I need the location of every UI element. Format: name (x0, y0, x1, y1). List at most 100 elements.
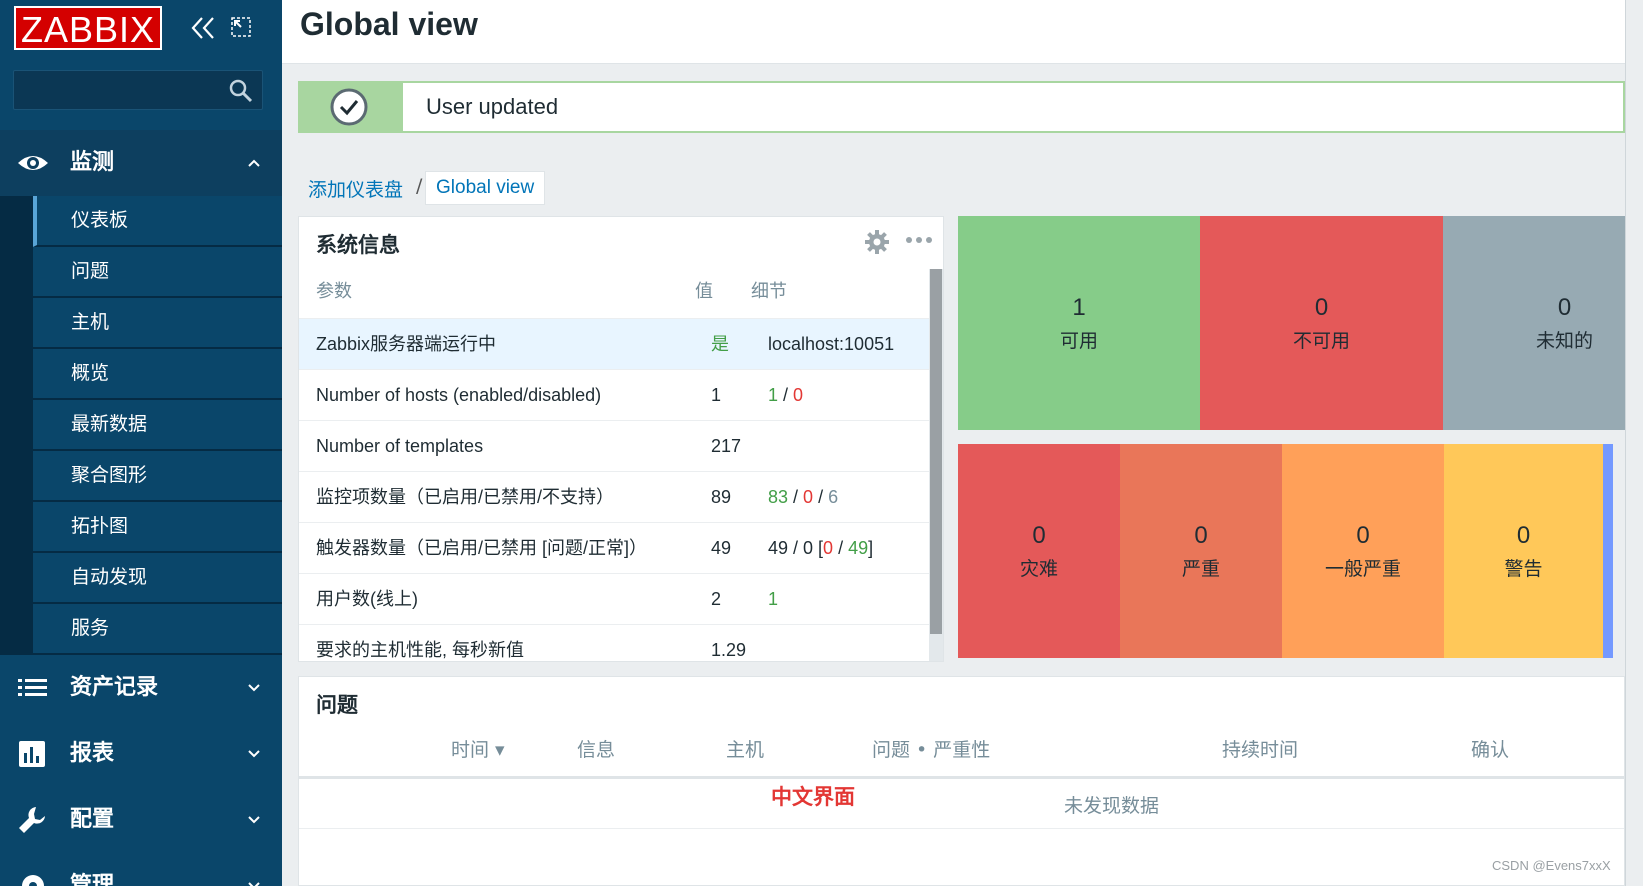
problems-widget: 问题 时间 ▾ 信息 主机 问题 • 严重性 持续时间 确认 中文界面 未发现数… (298, 676, 1625, 886)
menu-section-configuration[interactable]: 配置 (0, 787, 282, 853)
scrollbar[interactable] (929, 269, 943, 661)
problems-by-severity-widget: 0 灾难 0 严重 0 一般严重 0 警告 (958, 444, 1625, 658)
availability-count: 0 (1557, 294, 1572, 321)
row-detail: localhost:10051 (768, 334, 895, 354)
success-message: User updated (298, 81, 1625, 133)
menu-item-hosts[interactable]: 主机 (33, 298, 282, 349)
chevron-down-icon (248, 684, 260, 692)
check-circle-icon (330, 88, 368, 126)
breadcrumb-separator: / (416, 175, 423, 197)
chevron-down-icon (248, 816, 260, 824)
availability-unknown[interactable]: 0 未知的 (1443, 216, 1625, 430)
severity-information-edge[interactable] (1603, 444, 1613, 658)
detail-prefix: 49 / 0 [ (768, 538, 824, 558)
row-value: 217 (711, 436, 742, 456)
menu-item-discovery[interactable]: 自动发现 (33, 553, 282, 604)
menu-item-latest-data[interactable]: 最新数据 (33, 400, 282, 451)
menu-item-dashboard[interactable]: 仪表板 (33, 196, 282, 247)
row-detail: 1 / 0 (768, 370, 803, 420)
search-icon[interactable] (228, 78, 254, 104)
menu-section-label: 资产记录 (70, 675, 159, 700)
availability-available[interactable]: 1 可用 (958, 216, 1200, 430)
no-data-text: 未发现数据 (1064, 795, 1160, 817)
row-param: 用户数(线上) (316, 589, 418, 609)
search-input[interactable] (13, 70, 263, 110)
eye-icon (18, 156, 48, 170)
menu-section-administration[interactable]: 管理 (0, 853, 282, 886)
detail-problem: 0 (823, 538, 834, 558)
severity-count: 0 (1032, 522, 1046, 549)
table-row: Zabbix服务器端运行中 是 localhost:10051 (299, 318, 929, 369)
row-detail: 49 / 0 [0 / 49] (768, 538, 874, 558)
widget-title: 问题 (316, 693, 358, 717)
table-row: 要求的主机性能, 每秒新值 1.29 (299, 624, 929, 661)
column-header-ack: 确认 (1471, 739, 1510, 761)
menu-section-label: 配置 (70, 807, 115, 832)
gear-icon[interactable] (864, 229, 890, 255)
severity-count: 0 (1194, 522, 1208, 549)
breadcrumb-current[interactable]: Global view (425, 171, 546, 205)
menu-section-monitoring[interactable]: 监测 (0, 130, 282, 196)
detail-suffix: ] (868, 538, 874, 558)
wrench-icon (19, 807, 45, 833)
menu-item-maps[interactable]: 拓扑图 (33, 502, 282, 553)
severity-high[interactable]: 0 严重 (1120, 444, 1282, 658)
menu-section-inventory[interactable]: 资产记录 (0, 655, 282, 721)
row-param: Zabbix服务器端运行中 (316, 334, 497, 354)
logo-row: ZABBIX (0, 0, 282, 60)
row-value: 49 (711, 538, 732, 558)
detail-enabled: 1 (768, 385, 779, 405)
row-param: 监控项数量（已启用/已禁用/不支持） (316, 487, 615, 507)
row-param: Number of hosts (enabled/disabled) (316, 385, 602, 405)
row-param: 触发器数量（已启用/已禁用 [问题/正常]） (316, 538, 648, 558)
sysinfo-rows: Zabbix服务器端运行中 是 localhost:10051 Number o… (299, 318, 929, 661)
menu-rest: 资产记录 报表 配置 管理 (0, 655, 282, 886)
kiosk-mode-icon[interactable] (230, 16, 252, 38)
table-row: 用户数(线上) 2 1 (299, 573, 929, 624)
collapse-sidebar-icon[interactable] (190, 14, 216, 42)
row-divider (299, 828, 1624, 829)
column-header-time[interactable]: 时间 ▾ (451, 735, 505, 762)
severity-label: 一般严重 (1324, 558, 1401, 580)
main-menu: 监测 仪表板 问题 主机 概览 最新数据 聚合图形 拓扑图 自动发现 服务 资产… (0, 130, 282, 886)
zabbix-logo[interactable]: ZABBIX (14, 6, 162, 50)
row-value: 是 (711, 334, 729, 354)
row-param: Number of templates (316, 436, 484, 456)
menu-section-reports[interactable]: 报表 (0, 721, 282, 787)
column-header-param: 参数 (316, 281, 352, 302)
severity-count: 0 (1356, 522, 1370, 549)
menu-item-services[interactable]: 服务 (33, 604, 282, 655)
detail-separator: / (778, 385, 794, 405)
availability-label: 可用 (1059, 330, 1098, 352)
chevron-up-icon (248, 159, 260, 167)
severity-warning[interactable]: 0 警告 (1444, 444, 1603, 658)
column-header-duration: 持续时间 (1222, 739, 1299, 761)
more-options-icon[interactable] (905, 235, 933, 245)
scroll-thumb[interactable] (930, 269, 942, 634)
annotation-text: 中文界面 (771, 785, 855, 809)
row-value: 2 (711, 589, 722, 609)
severity-label: 警告 (1504, 558, 1543, 580)
table-row: Number of templates 217 (299, 420, 929, 471)
menu-item-overview[interactable]: 概览 (33, 349, 282, 400)
severity-count: 0 (1516, 522, 1531, 549)
detail-ok: 49 (848, 538, 869, 558)
column-header-host: 主机 (726, 739, 765, 761)
bar-chart-icon (19, 741, 45, 767)
menu-item-problems[interactable]: 问题 (33, 247, 282, 298)
menu-section-label: 监测 (70, 150, 115, 175)
message-text: User updated (426, 94, 559, 119)
table-row: Number of hosts (enabled/disabled) 1 1 /… (299, 369, 929, 420)
gear-icon (22, 875, 44, 886)
menu-item-screens[interactable]: 聚合图形 (33, 451, 282, 502)
availability-unavailable[interactable]: 0 不可用 (1200, 216, 1443, 430)
menu-section-label: 管理 (70, 873, 115, 886)
table-row: 监控项数量（已启用/已禁用/不支持） 89 83 / 0 / 6 (299, 471, 929, 522)
table-row: 触发器数量（已启用/已禁用 [问题/正常]） 49 49 / 0 [0 / 49… (299, 522, 929, 573)
severity-average[interactable]: 0 一般严重 (1282, 444, 1444, 658)
header-divider (299, 776, 1624, 779)
availability-label: 不可用 (1292, 330, 1350, 352)
severity-label: 严重 (1181, 558, 1220, 580)
breadcrumb-link[interactable]: 添加仪表盘 (308, 175, 403, 202)
severity-disaster[interactable]: 0 灾难 (958, 444, 1120, 658)
